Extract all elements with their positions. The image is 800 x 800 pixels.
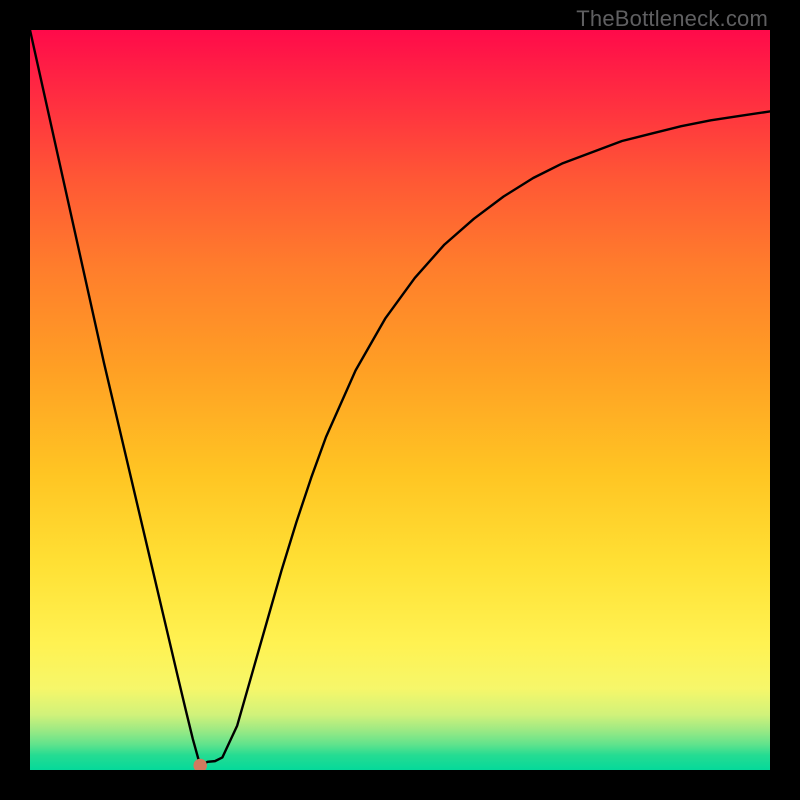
bottleneck-curve bbox=[30, 30, 770, 766]
plot-area bbox=[30, 30, 770, 770]
optimal-point-marker bbox=[194, 759, 207, 770]
curve-svg bbox=[30, 30, 770, 770]
chart-frame: TheBottleneck.com bbox=[0, 0, 800, 800]
watermark-text: TheBottleneck.com bbox=[576, 6, 768, 32]
